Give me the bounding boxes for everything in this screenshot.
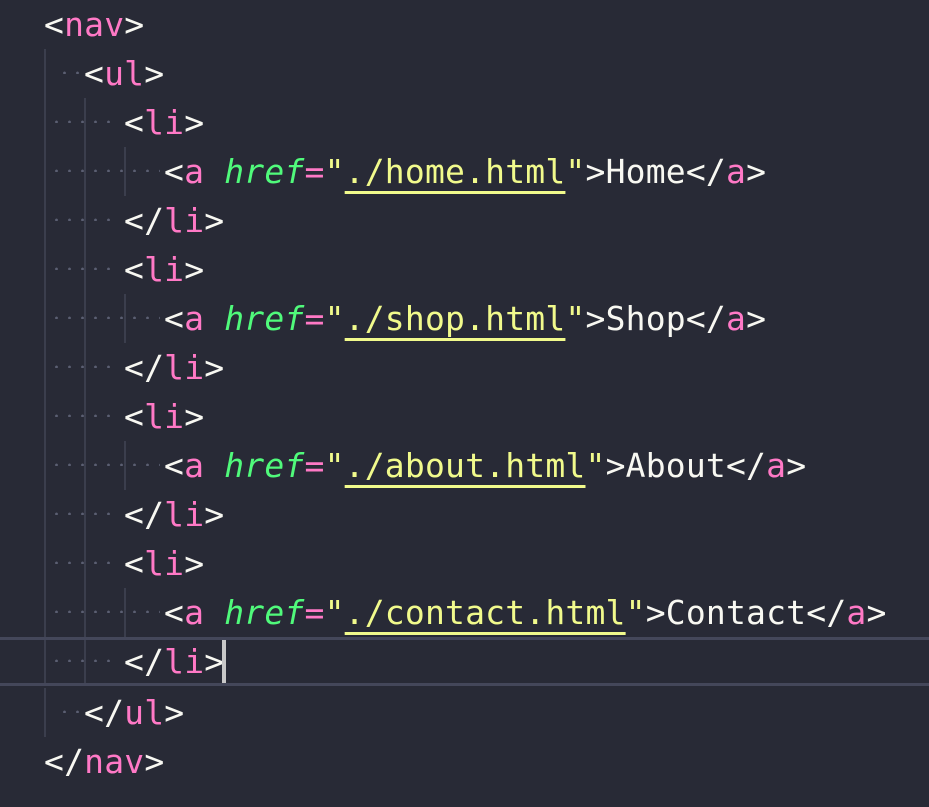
whitespace-dots (50, 512, 120, 515)
indent-guide (44, 392, 46, 441)
indent-guide (44, 147, 46, 196)
whitespace-dots (50, 365, 120, 368)
code-line[interactable]: </nav> (0, 737, 929, 786)
indent-guide (44, 49, 46, 98)
code-text: <a href="./about.html">About</a> (164, 446, 807, 485)
code-line[interactable]: <li> (0, 539, 929, 588)
whitespace-dots (58, 71, 80, 74)
link-href-value[interactable]: ./home.html (345, 152, 566, 191)
whitespace-dots (50, 316, 160, 319)
text-cursor (222, 640, 226, 683)
code-text: <li> (124, 250, 205, 289)
code-line[interactable]: </ul> (0, 688, 929, 737)
indent-guide (44, 539, 46, 588)
code-text: <ul> (84, 54, 165, 93)
code-text: <li> (124, 544, 205, 583)
current-line[interactable]: </li> (0, 637, 929, 686)
code-text: <a href="./contact.html">Contact</a> (164, 593, 887, 632)
whitespace-dots (50, 463, 160, 466)
code-line[interactable]: <a href="./about.html">About</a> (0, 441, 929, 490)
indent-guide (44, 196, 46, 245)
whitespace-dots (50, 414, 120, 417)
link-href-value[interactable]: ./about.html (345, 446, 586, 485)
link-href-value[interactable]: ./contact.html (345, 593, 626, 632)
code-line[interactable]: <a href="./home.html">Home</a> (0, 147, 929, 196)
whitespace-dots (50, 659, 120, 662)
code-line[interactable]: <nav> (0, 0, 929, 49)
code-text: <li> (124, 103, 205, 142)
indent-guide (44, 98, 46, 147)
whitespace-dots (50, 169, 160, 172)
code-line[interactable]: <a href="./contact.html">Contact</a> (0, 588, 929, 637)
code-line[interactable]: <li> (0, 392, 929, 441)
whitespace-dots (50, 218, 120, 221)
indent-guide (44, 640, 46, 683)
code-text: </ul> (84, 693, 185, 732)
code-line[interactable]: </li> (0, 490, 929, 539)
code-line[interactable]: <li> (0, 98, 929, 147)
code-text: <a href="./shop.html">Shop</a> (164, 299, 767, 338)
code-text: </li> (124, 201, 225, 240)
indent-guide (44, 588, 46, 637)
indent-guide (44, 490, 46, 539)
whitespace-dots (58, 710, 80, 713)
code-text: <li> (124, 397, 205, 436)
code-line[interactable]: </li> (0, 196, 929, 245)
indent-guide (44, 245, 46, 294)
code-text: </li> (124, 348, 225, 387)
code-line[interactable]: <a href="./shop.html">Shop</a> (0, 294, 929, 343)
indent-guide (44, 343, 46, 392)
code-line[interactable]: <ul> (0, 49, 929, 98)
code-text: </li> (124, 495, 225, 534)
code-text: <nav> (44, 5, 145, 44)
code-text: </li> (124, 642, 225, 681)
code-text: <a href="./home.html">Home</a> (164, 152, 767, 191)
code-editor[interactable]: <nav> <ul> <li> <a href="./home.html">Ho… (0, 0, 929, 807)
code-line[interactable]: <li> (0, 245, 929, 294)
whitespace-dots (50, 610, 160, 613)
whitespace-dots (50, 120, 120, 123)
code-text: </nav> (44, 742, 165, 781)
indent-guide (44, 441, 46, 490)
indent-guide (44, 294, 46, 343)
indent-guide (44, 688, 46, 737)
whitespace-dots (50, 267, 120, 270)
whitespace-dots (50, 561, 120, 564)
code-line[interactable]: </li> (0, 343, 929, 392)
link-href-value[interactable]: ./shop.html (345, 299, 566, 338)
